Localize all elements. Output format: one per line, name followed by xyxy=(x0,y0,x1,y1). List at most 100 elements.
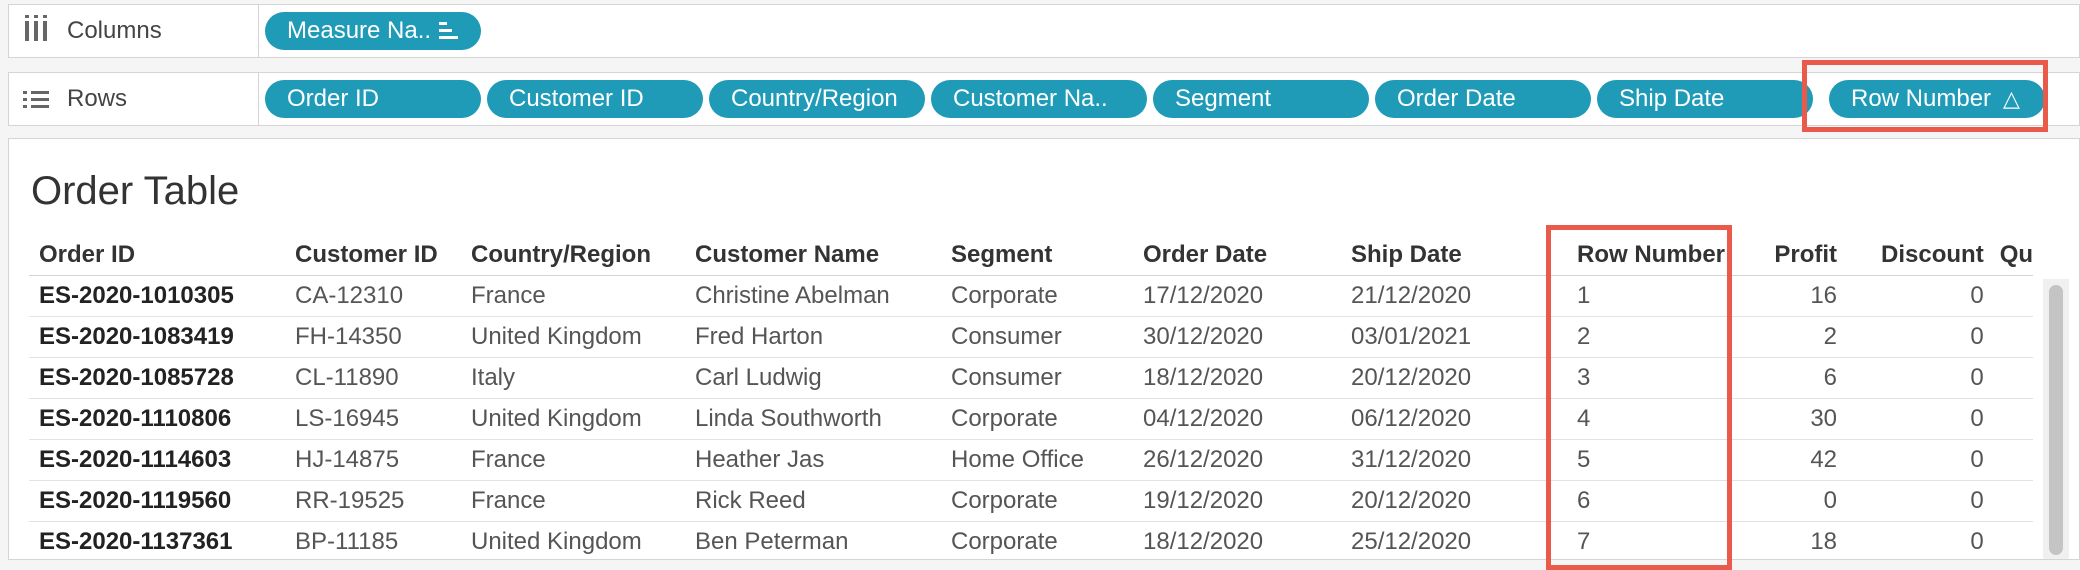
cell-profit: 42 xyxy=(1725,439,1838,481)
table-row[interactable]: ES-2020-1114603 HJ-14875 France Heather Jas… xyxy=(29,439,2034,481)
cell-country-region: Italy xyxy=(471,357,695,399)
header-ship-date[interactable]: Ship Date xyxy=(1351,235,1575,276)
order-table: Order ID Customer ID Country/Region Cust… xyxy=(29,235,2034,559)
page-title: Order Table xyxy=(31,169,240,213)
cell-ship-date: 20/12/2020 xyxy=(1351,357,1575,399)
cell-country-region: United Kingdom xyxy=(471,316,695,358)
cell-order-date: 18/12/2020 xyxy=(1143,357,1351,399)
rows-label: Rows xyxy=(67,85,128,112)
pill-ship-date[interactable]: Ship Date xyxy=(1597,80,1813,118)
cell-segment: Corporate xyxy=(951,521,1143,559)
sort-descending-icon xyxy=(439,21,459,41)
cell-row-number: 7 xyxy=(1575,521,1726,559)
cell-discount: 0 xyxy=(1881,357,1984,399)
cell-customer-name: Linda Southworth xyxy=(695,398,951,440)
header-customer-id[interactable]: Customer ID xyxy=(295,235,471,276)
table-row[interactable]: ES-2020-1110806 LS-16945 United Kingdom Lin… xyxy=(29,398,2034,440)
pill-customer-name[interactable]: Customer Na.. xyxy=(931,80,1147,118)
cell-discount: 0 xyxy=(1881,275,1984,317)
pill-segment[interactable]: Segment xyxy=(1153,80,1369,118)
header-discount[interactable]: Discount xyxy=(1881,235,1984,276)
header-customer-name[interactable]: Customer Name xyxy=(695,235,951,276)
table-row[interactable]: ES-2020-1083419 FH-14350 United Kingdom Fre… xyxy=(29,316,2034,358)
cell-discount: 0 xyxy=(1881,398,1984,440)
cell-segment: Corporate xyxy=(951,275,1143,317)
header-order-id[interactable]: Order ID xyxy=(29,235,295,276)
pill-order-date[interactable]: Order Date xyxy=(1375,80,1591,118)
cell-profit: 16 xyxy=(1725,275,1838,317)
cell-discount: 0 xyxy=(1881,316,1984,358)
cell-order-date: 19/12/2020 xyxy=(1143,480,1351,522)
cell-ship-date: 21/12/2020 xyxy=(1351,275,1575,317)
cell-segment: Corporate xyxy=(951,398,1143,440)
header-row-number[interactable]: Row Number xyxy=(1575,235,1726,276)
cell-row-number: 2 xyxy=(1575,316,1726,358)
columns-shelf-label: Columns xyxy=(9,5,259,57)
cell-customer-name: Rick Reed xyxy=(695,480,951,522)
pill-order-id[interactable]: Order ID xyxy=(265,80,481,118)
table-row[interactable]: ES-2020-1119560 RR-19525 France Rick Reed Co… xyxy=(29,480,2034,522)
cell-customer-id: CA-12310 xyxy=(295,275,471,317)
pill-country-region[interactable]: Country/Region xyxy=(709,80,925,118)
header-quantity[interactable]: Qu xyxy=(1983,235,2034,276)
cell-discount: 0 xyxy=(1881,521,1984,559)
cell-ship-date: 06/12/2020 xyxy=(1351,398,1575,440)
header-order-date[interactable]: Order Date xyxy=(1143,235,1351,276)
rows-icon xyxy=(23,87,49,111)
cell-country-region: France xyxy=(471,275,695,317)
rows-shelf[interactable]: Rows Order ID Customer ID Country/Region… xyxy=(8,72,2080,126)
cell-customer-name: Fred Harton xyxy=(695,316,951,358)
cell-customer-name: Christine Abelman xyxy=(695,275,951,317)
cell-customer-name: Carl Ludwig xyxy=(695,357,951,399)
cell-order-id: ES-2020-1114603 xyxy=(29,439,295,481)
table-row[interactable]: ES-2020-1010305 CA-12310 France Christine A… xyxy=(29,275,2034,317)
cell-customer-id: BP-11185 xyxy=(295,521,471,559)
cell-order-id: ES-2020-1110806 xyxy=(29,398,295,440)
cell-customer-name: Heather Jas xyxy=(695,439,951,481)
columns-label: Columns xyxy=(67,17,162,44)
cell-profit: 18 xyxy=(1725,521,1838,559)
cell-country-region: France xyxy=(471,439,695,481)
cell-discount: 0 xyxy=(1881,480,1984,522)
cell-row-number: 3 xyxy=(1575,357,1726,399)
cell-row-number: 6 xyxy=(1575,480,1726,522)
cell-country-region: United Kingdom xyxy=(471,398,695,440)
cell-discount: 0 xyxy=(1881,439,1984,481)
cell-profit: 0 xyxy=(1725,480,1838,522)
cell-profit: 6 xyxy=(1725,357,1838,399)
cell-ship-date: 25/12/2020 xyxy=(1351,521,1575,559)
cell-segment: Corporate xyxy=(951,480,1143,522)
header-profit[interactable]: Profit xyxy=(1725,235,1838,276)
cell-profit: 2 xyxy=(1725,316,1838,358)
cell-profit: 30 xyxy=(1725,398,1838,440)
cell-row-number: 4 xyxy=(1575,398,1726,440)
cell-row-number: 5 xyxy=(1575,439,1726,481)
pill-row-number[interactable]: Row Number △ xyxy=(1829,80,2045,118)
cell-segment: Consumer xyxy=(951,357,1143,399)
table-row[interactable]: ES-2020-1085728 CL-11890 Italy Carl Ludwig C… xyxy=(29,357,2034,399)
pill-measure-names[interactable]: Measure Na.. xyxy=(265,12,481,50)
cell-customer-id: RR-19525 xyxy=(295,480,471,522)
rows-shelf-label: Rows xyxy=(9,73,259,125)
scrollbar-thumb[interactable] xyxy=(2049,285,2063,555)
cell-order-date: 18/12/2020 xyxy=(1143,521,1351,559)
columns-icon xyxy=(23,15,49,43)
cell-order-date: 26/12/2020 xyxy=(1143,439,1351,481)
cell-order-id: ES-2020-1119560 xyxy=(29,480,295,522)
cell-customer-id: LS-16945 xyxy=(295,398,471,440)
cell-country-region: France xyxy=(471,480,695,522)
pill-customer-id[interactable]: Customer ID xyxy=(487,80,703,118)
cell-customer-name: Ben Peterman xyxy=(695,521,951,559)
header-country-region[interactable]: Country/Region xyxy=(471,235,695,276)
columns-shelf[interactable]: Columns Measure Na.. xyxy=(8,4,2080,58)
cell-customer-id: FH-14350 xyxy=(295,316,471,358)
table-row[interactable]: ES-2020-1137361 BP-11185 United Kingdom Ben… xyxy=(29,521,2034,559)
cell-country-region: United Kingdom xyxy=(471,521,695,559)
header-segment[interactable]: Segment xyxy=(951,235,1143,276)
table-header-row: Order ID Customer ID Country/Region Cust… xyxy=(29,235,2034,276)
cell-order-id: ES-2020-1085728 xyxy=(29,357,295,399)
cell-customer-id: HJ-14875 xyxy=(295,439,471,481)
cell-order-date: 30/12/2020 xyxy=(1143,316,1351,358)
vertical-scrollbar[interactable] xyxy=(2043,279,2069,559)
view-pane: Order Table Order ID Customer ID Country… xyxy=(8,138,2080,560)
